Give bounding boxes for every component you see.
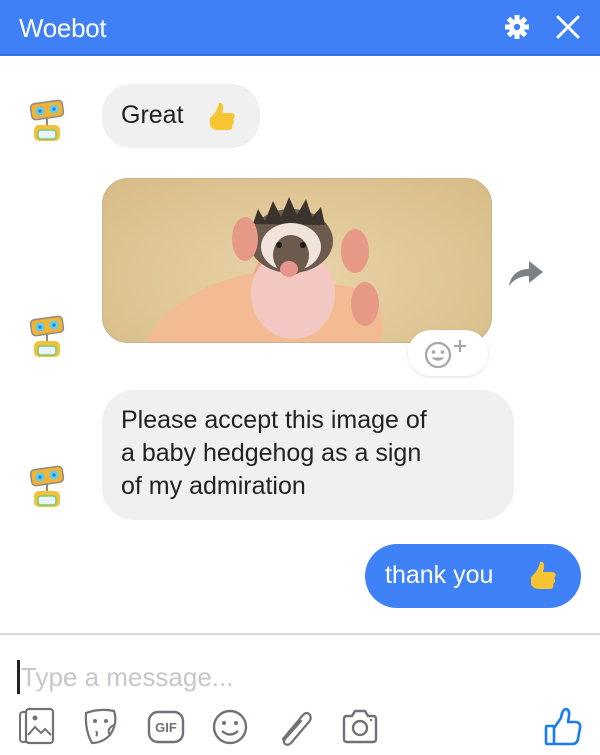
photo-icon[interactable]	[17, 705, 57, 747]
message-input[interactable]	[21, 655, 571, 700]
attachment-icon[interactable]	[275, 705, 315, 747]
composer-divider	[0, 633, 600, 635]
message-line: a baby hedgehog as a sign	[121, 439, 422, 467]
message-line: Please accept this image of	[121, 406, 427, 434]
close-icon[interactable]	[553, 12, 583, 42]
bot-avatar	[29, 315, 65, 357]
message-composer	[17, 655, 577, 700]
bot-avatar	[29, 99, 65, 141]
gear-icon[interactable]	[502, 12, 532, 42]
thumbs-up-icon[interactable]	[543, 706, 583, 748]
emoji-icon[interactable]	[210, 705, 250, 747]
hedgehog-image[interactable]	[102, 178, 492, 343]
add-reaction-button[interactable]	[408, 330, 488, 376]
hedgehog-illustration	[144, 197, 383, 342]
message-line: of my admiration	[121, 472, 306, 500]
share-icon[interactable]	[505, 258, 545, 288]
thumbs-up-emoji-icon	[531, 561, 556, 589]
camera-icon[interactable]	[340, 705, 380, 747]
thumbs-up-emoji-icon	[210, 102, 235, 130]
chat-header: Woebot	[0, 0, 600, 56]
add-reaction-icon	[424, 340, 466, 369]
sticker-icon[interactable]	[80, 705, 120, 747]
text-caret	[17, 660, 20, 694]
chat-title: Woebot	[19, 13, 107, 43]
user-message-bubble: thank you	[365, 544, 581, 608]
gif-icon[interactable]: GIF	[146, 705, 186, 747]
bot-message-bubble: Great	[102, 84, 260, 148]
bot-avatar	[29, 465, 65, 507]
message-text: thank you	[385, 561, 494, 589]
gif-label: GIF	[155, 720, 177, 735]
bot-message-bubble: Please accept this image of a baby hedge…	[102, 390, 514, 520]
message-text: Great	[121, 101, 184, 129]
